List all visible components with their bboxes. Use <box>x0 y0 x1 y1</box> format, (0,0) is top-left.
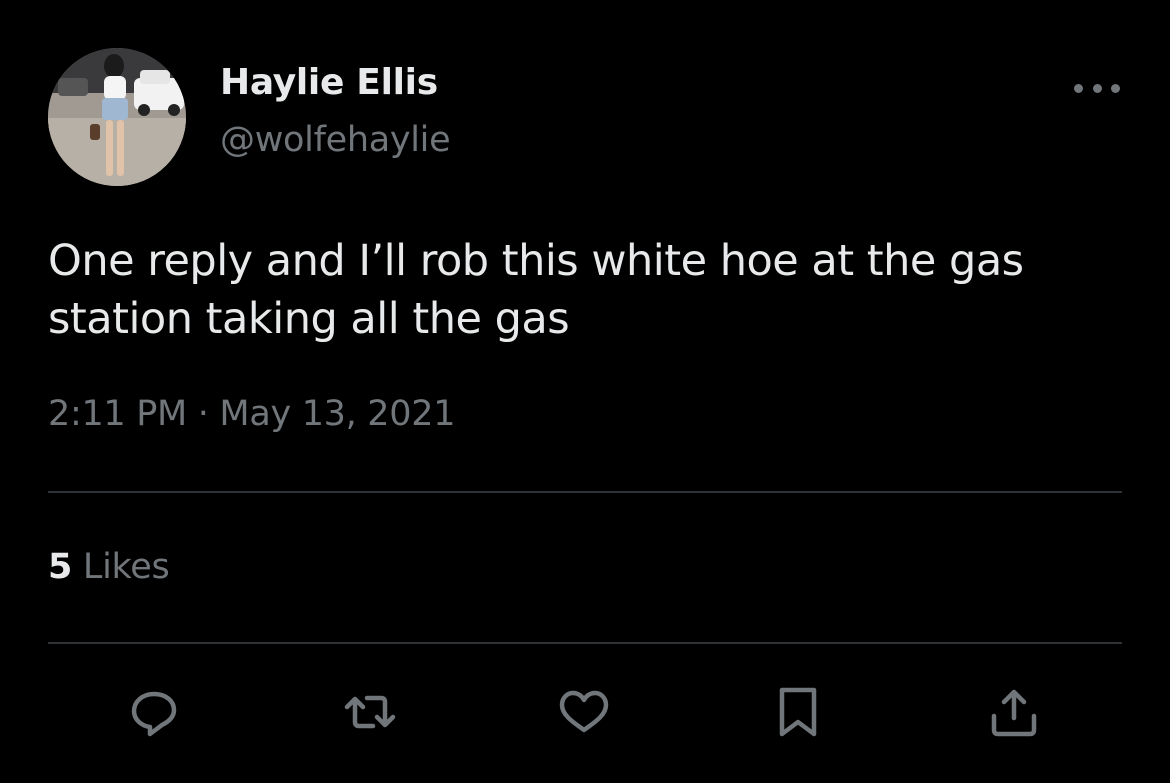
divider <box>48 491 1122 493</box>
tweet-date: May 13, 2021 <box>219 394 456 434</box>
divider <box>48 642 1122 644</box>
timestamp-separator: · <box>197 394 209 434</box>
reply-icon <box>131 691 177 737</box>
tweet-timestamp[interactable]: 2:11 PM · May 13, 2021 <box>48 394 455 434</box>
likes-count: 5 <box>48 547 73 587</box>
more-dot-icon <box>1092 83 1102 93</box>
bookmark-icon <box>779 687 817 737</box>
share-icon <box>991 689 1037 737</box>
more-options-button[interactable] <box>1074 76 1120 100</box>
tweet-text: One reply and I’ll rob this white hoe at… <box>48 236 1024 344</box>
share-button[interactable] <box>984 682 1044 742</box>
like-icon <box>559 690 609 733</box>
like-button[interactable] <box>554 682 614 742</box>
more-dot-icon <box>1111 83 1120 93</box>
likes-stat[interactable]: 5 Likes <box>48 547 170 587</box>
author-name[interactable]: Haylie Ellis <box>220 62 438 103</box>
tweet-time: 2:11 PM <box>48 394 187 434</box>
author-handle[interactable]: @wolfehaylie <box>220 120 451 160</box>
retweet-button[interactable] <box>340 682 400 742</box>
bookmark-button[interactable] <box>768 682 828 742</box>
more-dot-icon <box>1074 83 1083 93</box>
likes-label: Likes <box>82 547 170 587</box>
avatar[interactable] <box>48 48 186 186</box>
retweet-icon <box>344 695 396 729</box>
reply-button[interactable] <box>124 682 184 742</box>
avatar-image <box>48 48 186 186</box>
